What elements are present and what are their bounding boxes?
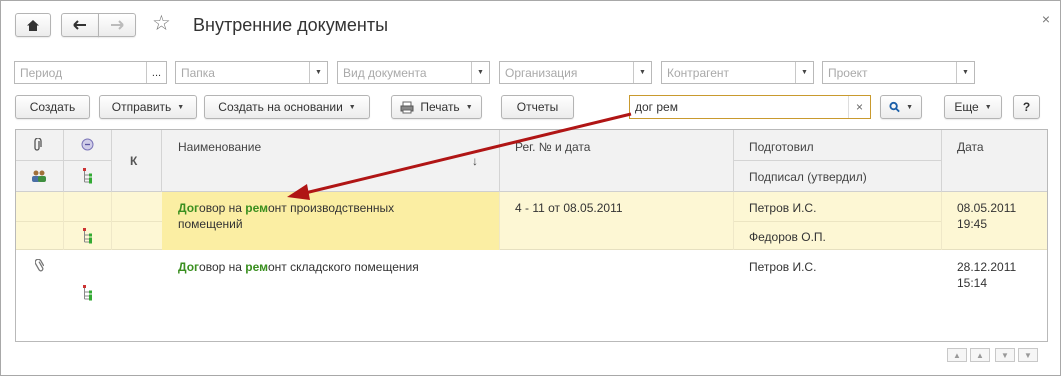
scroll-last-button[interactable]: ▼	[1018, 348, 1038, 362]
scroll-next-button[interactable]: ▼	[995, 348, 1015, 362]
scroll-first-button[interactable]: ▲	[947, 348, 967, 362]
scroll-prev-button[interactable]: ▲	[970, 348, 990, 362]
annotation-arrow	[287, 112, 632, 200]
main-window: ☆ Внутренние документы × Период ... Папк…	[0, 0, 1061, 376]
